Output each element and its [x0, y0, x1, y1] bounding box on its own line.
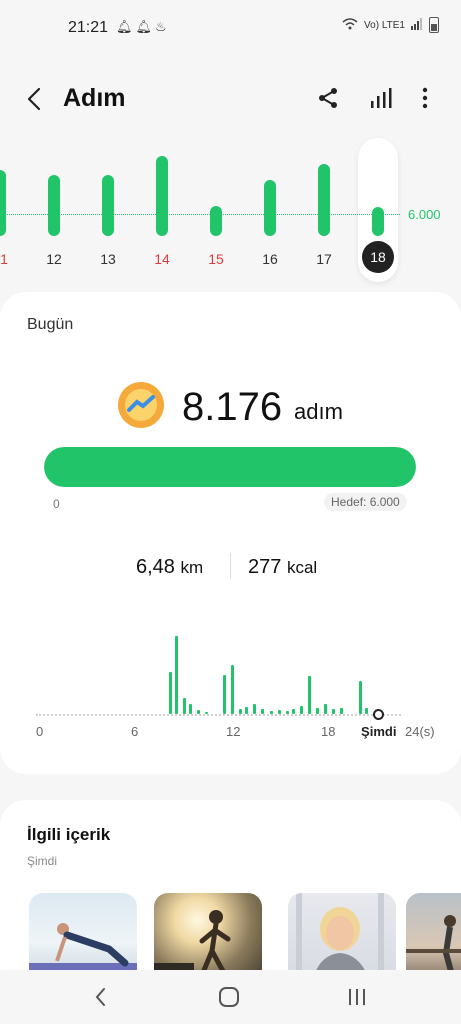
network-label: Vo) LTE1	[364, 19, 405, 31]
hour-bar	[292, 709, 296, 714]
day-bar[interactable]	[318, 163, 330, 236]
hour-bar	[286, 711, 289, 714]
hour-bar	[175, 636, 179, 714]
more-button[interactable]	[412, 85, 438, 111]
bar-chart-icon	[371, 88, 392, 108]
nav-recents-button[interactable]	[342, 984, 372, 1010]
share-icon	[319, 88, 337, 108]
wifi-icon	[342, 17, 358, 33]
goal-chip[interactable]: Hedef: 6.000	[324, 493, 407, 511]
steps-unit: adım	[294, 399, 343, 424]
day-bar[interactable]	[0, 170, 6, 236]
hour-bar	[230, 665, 234, 714]
hourly-baseline	[36, 714, 401, 716]
back-button[interactable]	[22, 84, 48, 114]
day-bar[interactable]	[48, 175, 60, 236]
day-label: 13	[100, 251, 116, 267]
hour-bar	[324, 704, 327, 714]
distance-stat: 6,48 km	[136, 556, 203, 579]
hour-bar	[244, 707, 248, 714]
hour-bar	[189, 704, 193, 714]
day-label: 15	[208, 251, 224, 267]
stats-button[interactable]	[368, 85, 394, 111]
steps-value: 8.176	[182, 385, 283, 429]
day-label: 14	[154, 251, 170, 267]
distance-unit: km	[180, 558, 204, 577]
hour-bar	[308, 676, 312, 714]
day-bar[interactable]	[210, 205, 222, 236]
hour-bar	[339, 708, 343, 714]
signal-icon	[411, 17, 423, 33]
day-bar[interactable]	[264, 180, 276, 236]
day-label: 1	[0, 251, 8, 267]
hour-bar	[197, 710, 201, 714]
today-label: Bugün	[27, 316, 74, 333]
hour-bar	[316, 708, 320, 714]
share-button[interactable]	[315, 85, 341, 111]
hour-bar	[168, 672, 172, 714]
progress-fill	[44, 447, 416, 487]
recents-nav-icon	[349, 989, 365, 1005]
day-label: 12	[46, 251, 62, 267]
hour-bar	[300, 706, 304, 714]
hour-bar	[183, 698, 187, 714]
day-label: 16	[262, 251, 278, 267]
hour-bar	[252, 704, 256, 714]
back-arrow-icon	[27, 87, 41, 111]
status-right: Vo) LTE1	[342, 17, 439, 33]
now-marker	[373, 709, 385, 720]
hour-axis-label: 18	[321, 724, 336, 739]
page-title: Adım	[63, 84, 126, 112]
status-time: 21:21	[68, 19, 109, 36]
energy-stat: 277 kcal	[248, 556, 317, 579]
stat-divider	[230, 553, 231, 579]
selected-day-label[interactable]: 18	[362, 241, 394, 273]
hour-axis-label: 12	[226, 724, 241, 739]
nav-home-button[interactable]	[214, 984, 244, 1010]
now-label: Şimdi	[361, 724, 397, 739]
hour-bar	[260, 709, 264, 714]
day-bar[interactable]	[372, 207, 384, 236]
hour-axis-label: 24(s)	[405, 724, 435, 739]
energy-value: 277	[248, 556, 282, 578]
day-bar[interactable]	[156, 156, 168, 236]
hour-bar	[222, 675, 226, 714]
goal-line-label: 6.000	[408, 207, 441, 222]
achievement-badge-icon	[118, 382, 164, 428]
hour-bar	[278, 710, 282, 714]
hour-bar	[270, 711, 274, 714]
goal-line	[0, 214, 400, 215]
day-bar[interactable]	[102, 175, 114, 236]
hour-bar	[358, 681, 362, 714]
day-label: 17	[316, 251, 332, 267]
hour-bar	[365, 708, 369, 714]
distance-value: 6,48	[136, 556, 175, 578]
related-subtitle: Şimdi	[27, 854, 58, 868]
hour-bar	[238, 709, 242, 714]
hour-bar	[331, 709, 335, 714]
notification-icons: 🔔︎🔔︎♨	[116, 19, 170, 35]
bell-icon: 🔔︎	[135, 19, 156, 34]
more-vert-icon	[422, 87, 428, 109]
hour-axis-label: 0	[36, 724, 44, 739]
app-icon: ♨	[155, 19, 170, 34]
progress-min-label: 0	[53, 497, 60, 511]
home-nav-icon	[219, 987, 239, 1007]
hour-axis-label: 6	[131, 724, 139, 739]
energy-unit: kcal	[286, 558, 318, 577]
nav-back-button[interactable]	[86, 984, 116, 1010]
related-title: İlgili içerik	[27, 825, 111, 844]
steps-progress-bar	[44, 447, 416, 487]
back-nav-icon	[95, 988, 105, 1006]
bell-icon: 🔔︎	[116, 19, 136, 34]
battery-icon	[429, 17, 439, 33]
